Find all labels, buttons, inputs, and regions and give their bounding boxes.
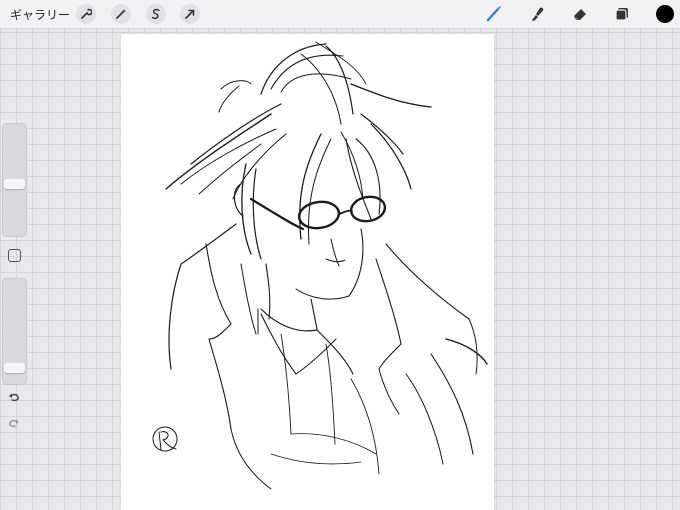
left-sidebar bbox=[2, 123, 27, 443]
opacity-slider[interactable] bbox=[2, 278, 27, 385]
modify-button[interactable] bbox=[8, 249, 21, 262]
selection-s-icon[interactable] bbox=[146, 4, 166, 24]
brush-icon[interactable] bbox=[484, 4, 504, 24]
drawing-canvas[interactable] bbox=[121, 34, 494, 510]
signature-mark bbox=[152, 426, 178, 452]
redo-icon[interactable] bbox=[4, 415, 24, 431]
brush-size-knob[interactable] bbox=[4, 179, 25, 189]
sketch-artwork bbox=[152, 41, 488, 490]
top-toolbar: ギャラリー bbox=[0, 0, 680, 29]
magic-wand-icon[interactable] bbox=[111, 4, 131, 24]
wrench-icon[interactable] bbox=[76, 4, 96, 24]
brush-size-slider[interactable] bbox=[2, 123, 27, 237]
eraser-icon[interactable] bbox=[570, 4, 590, 24]
transform-arrow-icon[interactable] bbox=[180, 4, 200, 24]
color-picker-button[interactable] bbox=[656, 5, 674, 23]
opacity-knob[interactable] bbox=[4, 362, 25, 373]
gallery-button[interactable]: ギャラリー bbox=[10, 6, 70, 23]
smudge-icon[interactable] bbox=[527, 4, 547, 24]
layers-icon[interactable] bbox=[612, 4, 632, 24]
undo-icon[interactable] bbox=[4, 389, 24, 405]
